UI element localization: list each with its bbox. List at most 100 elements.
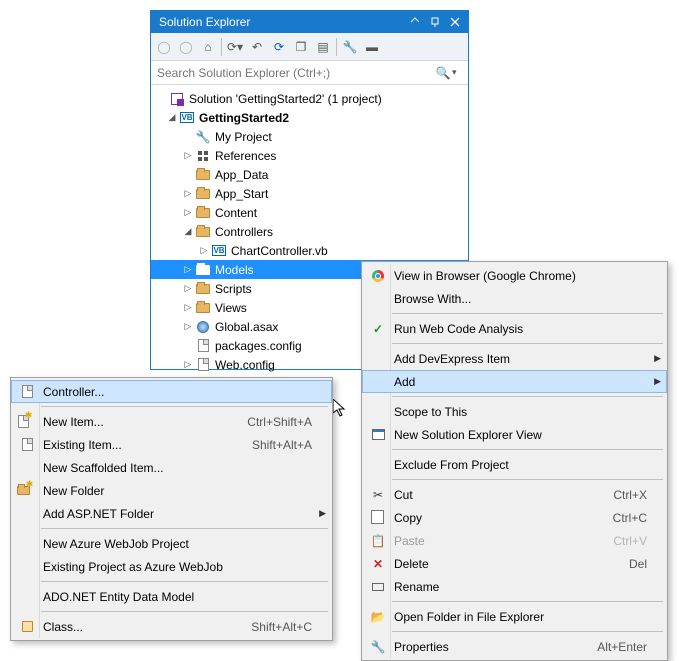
project-node[interactable]: ◢ VB GettingStarted2 [151, 108, 468, 127]
menu-separator [392, 343, 663, 344]
menu-scope-to-this[interactable]: Scope to This [362, 400, 667, 423]
sync-icon[interactable]: ⟳▾ [226, 38, 244, 56]
menu-new-scaffolded-item[interactable]: New Scaffolded Item... [11, 456, 332, 479]
menu-run-web-code-analysis[interactable]: ✓ Run Web Code Analysis [362, 317, 667, 340]
menu-add-aspnet-folder[interactable]: Add ASP.NET Folder ▶ [11, 502, 332, 525]
submenu-arrow-icon: ▶ [319, 508, 326, 519]
app-data-node[interactable]: ▶ App_Data [151, 165, 468, 184]
config-file-icon [195, 338, 211, 354]
globe-icon [195, 319, 211, 335]
expander-icon[interactable]: ▷ [181, 321, 195, 332]
content-node[interactable]: ▷ Content [151, 203, 468, 222]
properties-icon[interactable]: 🔧 [341, 38, 359, 56]
menu-paste: 📋 Paste Ctrl+V [362, 529, 667, 552]
menu-separator [392, 601, 663, 602]
app-start-node[interactable]: ▷ App_Start [151, 184, 468, 203]
my-project-node[interactable]: ▶ 🔧 My Project [151, 127, 468, 146]
menu-new-azure-webjob[interactable]: New Azure WebJob Project [11, 532, 332, 555]
controller-icon [15, 383, 39, 401]
add-submenu: Controller... New Item... Ctrl+Shift+A E… [10, 377, 333, 641]
window-icon [366, 426, 390, 444]
existing-item-icon [15, 436, 39, 454]
search-input[interactable] [155, 63, 434, 83]
menu-class[interactable]: Class... Shift+Alt+C [11, 615, 332, 638]
refresh-icon[interactable]: ⟳ [270, 38, 288, 56]
menu-delete[interactable]: ✕ Delete Del [362, 552, 667, 575]
auto-hide-icon[interactable] [426, 13, 444, 31]
new-folder-icon [15, 482, 39, 500]
menu-browse-with[interactable]: Browse With... [362, 287, 667, 310]
context-menu: View in Browser (Google Chrome) Browse W… [361, 261, 668, 661]
search-options-icon[interactable]: ▾ [452, 67, 464, 78]
expander-icon[interactable]: ◢ [181, 226, 195, 237]
search-icon[interactable]: 🔍 [434, 66, 452, 80]
check-icon: ✓ [366, 320, 390, 338]
wrench-icon: 🔧 [366, 638, 390, 656]
class-icon [15, 618, 39, 636]
back-icon[interactable]: ◯ [155, 38, 173, 56]
chart-controller-node[interactable]: ▷ VB ChartController.vb [151, 241, 468, 260]
menu-adonet-entity-data-model[interactable]: ADO.NET Entity Data Model [11, 585, 332, 608]
separator [336, 38, 337, 56]
home-icon[interactable]: ⌂ [199, 38, 217, 56]
open-folder-icon: 📂 [366, 608, 390, 626]
expander-icon[interactable]: ◢ [165, 112, 179, 123]
submenu-arrow-icon: ▶ [654, 376, 661, 387]
menu-separator [41, 528, 328, 529]
config-file-icon [195, 357, 211, 373]
pending-changes-icon[interactable]: ↶ [248, 38, 266, 56]
folder-icon [195, 281, 211, 297]
folder-icon [195, 224, 211, 240]
menu-new-solution-explorer-view[interactable]: New Solution Explorer View [362, 423, 667, 446]
folder-icon [195, 205, 211, 221]
menu-separator [392, 631, 663, 632]
preview-icon[interactable]: ▬ [363, 38, 381, 56]
menu-new-folder[interactable]: New Folder [11, 479, 332, 502]
menu-add[interactable]: Add ▶ [362, 370, 667, 393]
menu-existing-azure-webjob[interactable]: Existing Project as Azure WebJob [11, 555, 332, 578]
menu-cut[interactable]: ✂ Cut Ctrl+X [362, 483, 667, 506]
menu-separator [41, 581, 328, 582]
controllers-node[interactable]: ◢ Controllers [151, 222, 468, 241]
delete-icon: ✕ [366, 555, 390, 573]
expander-icon[interactable]: ▷ [197, 245, 211, 256]
menu-existing-item[interactable]: Existing Item... Shift+Alt+A [11, 433, 332, 456]
forward-icon[interactable]: ◯ [177, 38, 195, 56]
cut-icon: ✂ [366, 486, 390, 504]
toolbar: ◯ ◯ ⌂ ⟳▾ ↶ ⟳ ❐ ▤ 🔧 ▬ [151, 33, 468, 61]
menu-view-in-browser[interactable]: View in Browser (Google Chrome) [362, 264, 667, 287]
expander-icon[interactable]: ▷ [181, 283, 195, 294]
close-icon[interactable] [446, 13, 464, 31]
menu-separator [392, 313, 663, 314]
menu-separator [392, 396, 663, 397]
menu-separator [392, 449, 663, 450]
references-node[interactable]: ▷ References [151, 146, 468, 165]
chrome-icon [366, 267, 390, 285]
expander-icon[interactable]: ▷ [181, 264, 195, 275]
mouse-cursor-icon [333, 399, 349, 419]
menu-open-folder-in-explorer[interactable]: 📂 Open Folder in File Explorer [362, 605, 667, 628]
menu-rename[interactable]: Rename [362, 575, 667, 598]
expander-icon[interactable]: ▷ [181, 150, 195, 161]
expander-icon[interactable]: ▷ [181, 302, 195, 313]
paste-icon: 📋 [366, 532, 390, 550]
collapse-all-icon[interactable]: ❐ [292, 38, 310, 56]
menu-add-devexpress-item[interactable]: Add DevExpress Item ▶ [362, 347, 667, 370]
window-position-icon[interactable] [406, 13, 424, 31]
new-item-icon [15, 413, 39, 431]
expander-icon[interactable]: ▷ [181, 359, 195, 370]
menu-new-item[interactable]: New Item... Ctrl+Shift+A [11, 410, 332, 433]
titlebar[interactable]: Solution Explorer [151, 11, 468, 33]
search-box[interactable]: 🔍 ▾ [151, 61, 468, 85]
expander-icon[interactable]: ▷ [181, 207, 195, 218]
references-icon [195, 148, 211, 164]
show-all-files-icon[interactable]: ▤ [314, 38, 332, 56]
menu-properties[interactable]: 🔧 Properties Alt+Enter [362, 635, 667, 658]
folder-icon [195, 167, 211, 183]
menu-copy[interactable]: Copy Ctrl+C [362, 506, 667, 529]
menu-controller[interactable]: Controller... [11, 380, 332, 403]
menu-exclude-from-project[interactable]: Exclude From Project [362, 453, 667, 476]
vb-project-icon: VB [179, 110, 195, 126]
expander-icon[interactable]: ▷ [181, 188, 195, 199]
solution-node[interactable]: ▶ Solution 'GettingStarted2' (1 project) [151, 89, 468, 108]
